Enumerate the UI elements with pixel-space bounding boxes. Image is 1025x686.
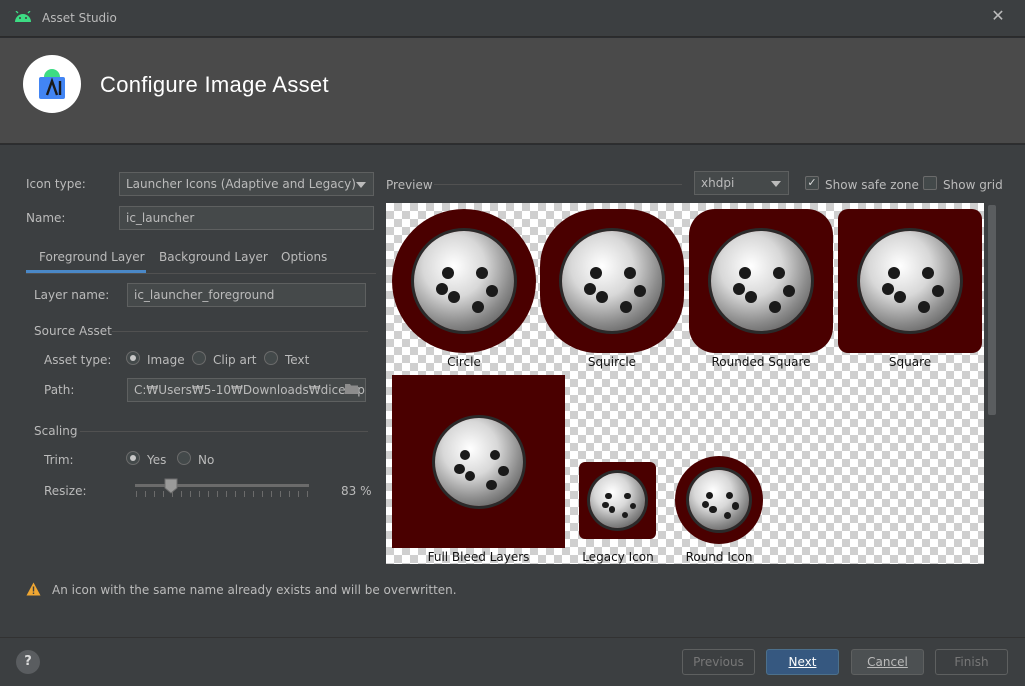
preview-legacy-icon	[579, 462, 656, 539]
divider	[434, 184, 682, 185]
dice-image	[562, 231, 662, 331]
asset-type-clipart-radio[interactable]	[192, 351, 206, 365]
preview-rounded-square-icon	[689, 209, 833, 353]
dice-image	[435, 418, 523, 506]
chevron-down-icon	[771, 181, 781, 187]
path-field[interactable]: C:₩Users₩5-10₩Downloads₩dice-app	[127, 378, 366, 402]
caption-circle: Circle	[447, 355, 481, 369]
asset-type-text-radio[interactable]	[264, 351, 278, 365]
preview-canvas: Circle Squircle Rounded Square Square Fu…	[386, 203, 984, 564]
asset-type-text-label: Text	[285, 353, 310, 367]
scaling-heading: Scaling	[34, 424, 78, 438]
close-icon[interactable]: ✕	[990, 6, 1006, 25]
caption-legacy: Legacy Icon	[582, 550, 654, 564]
caption-rounded-square: Rounded Square	[711, 355, 811, 369]
trim-no-label: No	[198, 453, 215, 467]
dice-image	[860, 231, 960, 331]
chevron-down-icon	[356, 182, 366, 188]
previous-button[interactable]: Previous	[682, 649, 755, 675]
cancel-button[interactable]: Cancel	[851, 649, 924, 675]
tab-underline	[26, 270, 146, 273]
layer-name-field[interactable]: ic_launcher_foreground	[127, 283, 366, 307]
show-safe-zone-label: Show safe zone	[825, 178, 919, 192]
layer-tabs: Foreground Layer Background Layer Option…	[26, 244, 376, 274]
dice-image	[689, 470, 749, 530]
tab-options[interactable]: Options	[281, 250, 327, 264]
name-field[interactable]: ic_launcher	[119, 206, 374, 230]
preview-full-bleed-icon	[392, 375, 565, 548]
folder-icon[interactable]	[345, 383, 359, 395]
finish-button[interactable]: Finish	[935, 649, 1008, 675]
caption-full-bleed: Full Bleed Layers	[427, 550, 530, 564]
dice-image	[414, 231, 514, 331]
density-dropdown[interactable]: xhdpi	[694, 171, 789, 195]
icon-type-value: Launcher Icons (Adaptive and Legacy)	[126, 177, 356, 191]
name-label: Name:	[26, 211, 66, 225]
dice-image	[711, 231, 811, 331]
warning-message: An icon with the same name already exist…	[52, 583, 457, 597]
cancel-button-label: Cancel	[867, 655, 908, 669]
scrollbar-thumb[interactable]	[988, 205, 996, 415]
preview-round-icon	[675, 456, 763, 544]
trim-yes-radio[interactable]	[126, 451, 140, 465]
layer-name-label: Layer name:	[34, 288, 110, 302]
divider	[80, 431, 368, 432]
resize-slider-ticks	[136, 491, 310, 497]
show-safe-zone-checkbox[interactable]: ✓	[805, 176, 819, 190]
trim-no-radio[interactable]	[177, 451, 191, 465]
caption-square: Square	[888, 355, 932, 369]
asset-type-image-radio[interactable]	[126, 351, 140, 365]
trim-yes-label: Yes	[147, 453, 167, 467]
asset-type-clipart-label: Clip art	[213, 353, 257, 367]
preview-circle-icon	[392, 209, 536, 353]
show-grid-checkbox[interactable]	[923, 176, 937, 190]
source-asset-heading: Source Asset	[34, 324, 112, 338]
page-title: Configure Image Asset	[100, 72, 329, 97]
android-studio-logo	[23, 55, 81, 113]
show-grid-label: Show grid	[943, 178, 1003, 192]
title-bar: Asset Studio ✕	[0, 0, 1025, 37]
resize-value: 83 %	[341, 484, 372, 498]
resize-slider-track[interactable]	[135, 484, 309, 487]
tab-foreground-layer[interactable]: Foreground Layer	[39, 250, 145, 264]
dice-image	[590, 473, 645, 528]
icon-type-label: Icon type:	[26, 177, 86, 191]
preview-scrollbar[interactable]	[987, 203, 997, 564]
trim-label: Trim:	[44, 453, 74, 467]
density-value: xhdpi	[701, 176, 735, 190]
wizard-header: Configure Image Asset	[0, 38, 1025, 144]
help-button[interactable]: ?	[16, 650, 40, 674]
warning-icon	[26, 582, 41, 596]
caption-round: Round Icon	[685, 550, 753, 564]
caption-squircle: Squircle	[587, 355, 637, 369]
preview-squircle-icon	[540, 209, 684, 353]
preview-square-icon	[838, 209, 982, 353]
android-icon	[15, 11, 31, 22]
preview-label: Preview	[386, 178, 433, 192]
next-button-label: Next	[788, 655, 817, 669]
next-button[interactable]: Next	[766, 649, 839, 675]
wizard-footer: ? Previous Next Cancel Finish	[0, 637, 1025, 686]
divider	[112, 331, 368, 332]
resize-label: Resize:	[44, 484, 87, 498]
icon-type-dropdown[interactable]: Launcher Icons (Adaptive and Legacy)	[119, 172, 374, 196]
path-label: Path:	[44, 383, 75, 397]
resize-slider-thumb[interactable]	[164, 478, 178, 494]
asset-type-image-label: Image	[147, 353, 185, 367]
window-title: Asset Studio	[42, 11, 117, 25]
asset-type-label: Asset type:	[44, 353, 112, 367]
tab-background-layer[interactable]: Background Layer	[159, 250, 268, 264]
